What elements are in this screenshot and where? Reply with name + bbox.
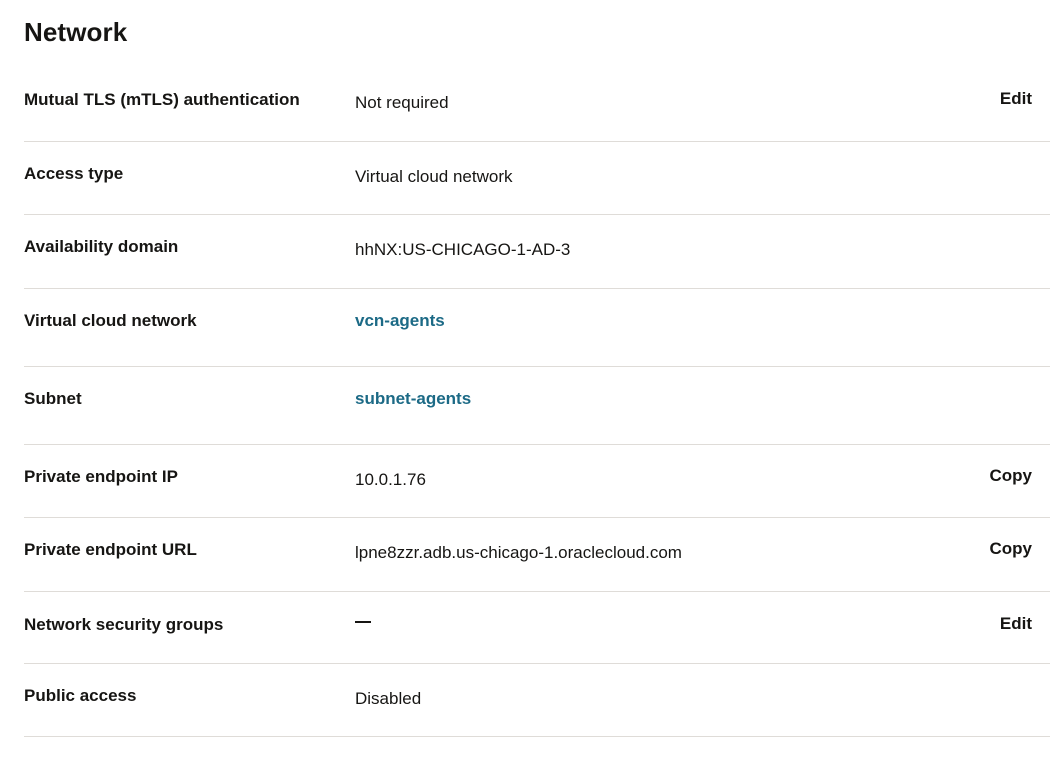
row-private-endpoint-ip: Private endpoint IP 10.0.1.76 Copy — [24, 445, 1050, 518]
row-mtls-authentication: Mutual TLS (mTLS) authentication Not req… — [24, 68, 1050, 142]
row-access-type: Access type Virtual cloud network — [24, 142, 1050, 215]
mtls-value: Not required — [355, 93, 449, 112]
private-endpoint-ip-label: Private endpoint IP — [24, 467, 178, 486]
row-subnet: Subnet subnet-agents — [24, 367, 1050, 445]
public-access-value: Disabled — [355, 689, 422, 708]
copy-ip-button[interactable]: Copy — [990, 466, 1033, 486]
subnet-link[interactable]: subnet-agents — [355, 389, 471, 409]
row-virtual-cloud-network: Virtual cloud network vcn-agents — [24, 289, 1050, 367]
nsg-value — [355, 611, 371, 631]
mtls-label: Mutual TLS (mTLS) authentication — [24, 90, 300, 109]
private-endpoint-url-value: lpne8zzr.adb.us-chicago-1.oraclecloud.co… — [355, 543, 682, 562]
edit-mtls-button[interactable]: Edit — [1000, 89, 1032, 109]
availability-domain-label: Availability domain — [24, 237, 179, 256]
access-type-label: Access type — [24, 164, 124, 183]
subnet-label: Subnet — [24, 389, 82, 408]
private-endpoint-url-label: Private endpoint URL — [24, 540, 197, 559]
row-network-security-groups: Network security groups Edit — [24, 592, 1050, 664]
copy-url-button[interactable]: Copy — [990, 539, 1033, 559]
vcn-link[interactable]: vcn-agents — [355, 311, 445, 331]
private-endpoint-ip-value: 10.0.1.76 — [355, 470, 426, 489]
availability-domain-value: hhNX:US-CHICAGO-1-AD-3 — [355, 240, 571, 259]
empty-dash-icon — [355, 620, 371, 623]
network-details-list: Mutual TLS (mTLS) authentication Not req… — [24, 68, 1050, 737]
network-panel: Network Mutual TLS (mTLS) authentication… — [0, 0, 1061, 766]
public-access-label: Public access — [24, 686, 137, 705]
nsg-label: Network security groups — [24, 615, 224, 634]
row-private-endpoint-url: Private endpoint URL lpne8zzr.adb.us-chi… — [24, 518, 1050, 592]
row-availability-domain: Availability domain hhNX:US-CHICAGO-1-AD… — [24, 215, 1050, 289]
section-title: Network — [24, 17, 128, 47]
edit-nsg-button[interactable]: Edit — [1000, 614, 1032, 634]
access-type-value: Virtual cloud network — [355, 167, 513, 186]
vcn-label: Virtual cloud network — [24, 311, 197, 330]
row-public-access: Public access Disabled — [24, 664, 1050, 737]
